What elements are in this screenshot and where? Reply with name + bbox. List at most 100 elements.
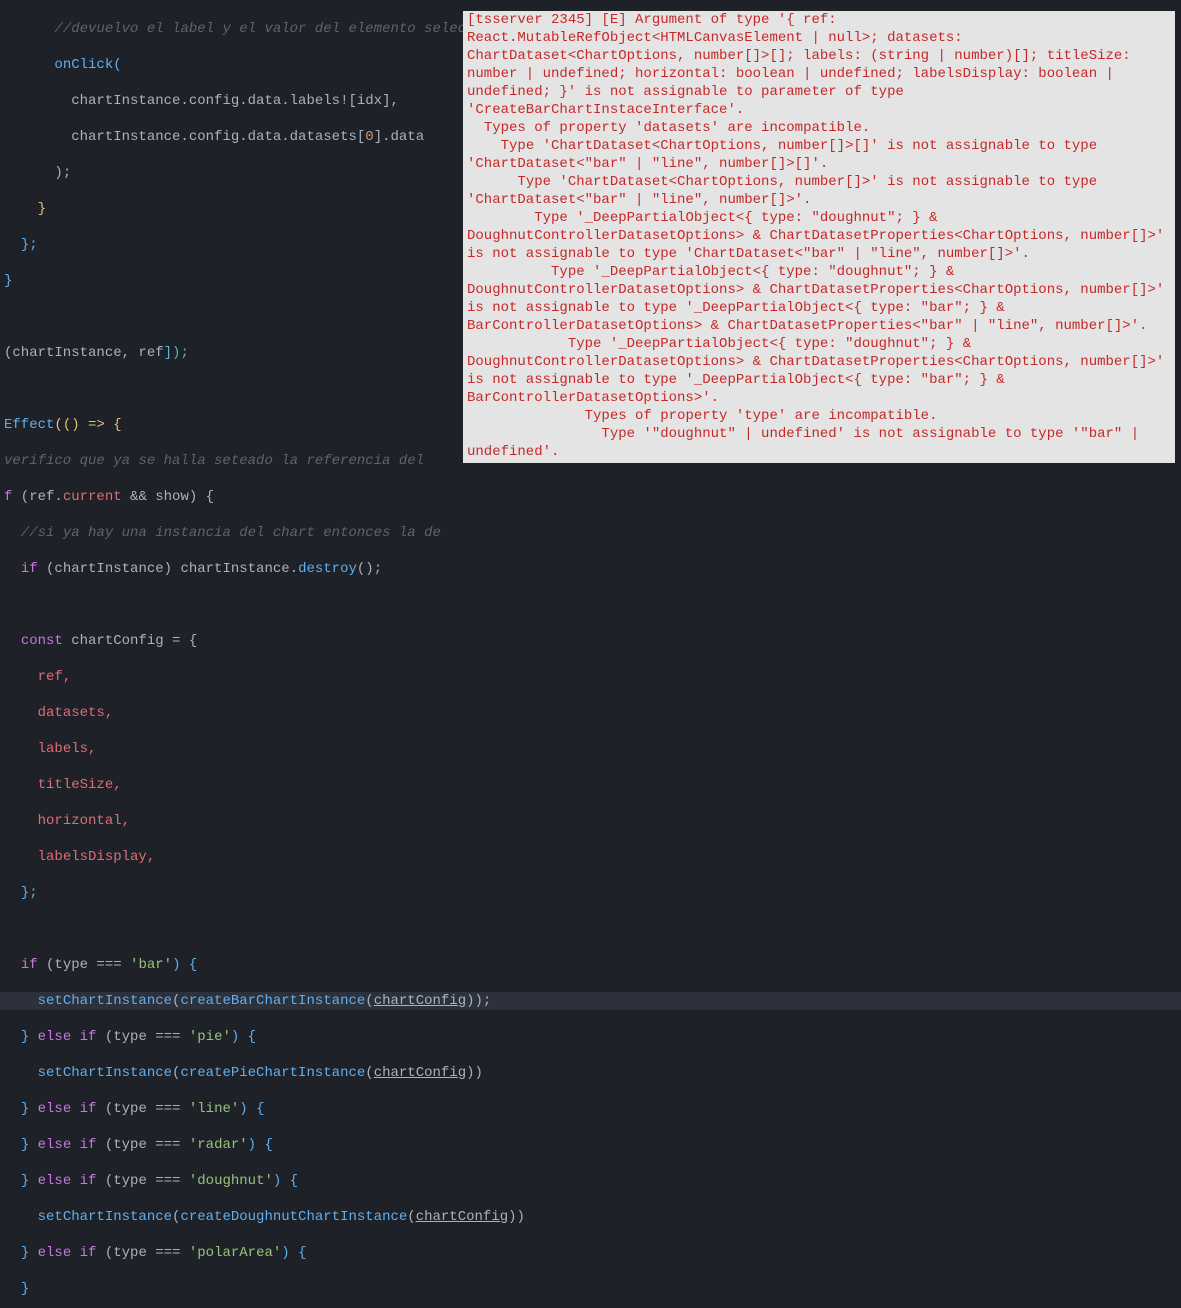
keyword: else if (29, 1245, 96, 1261)
error-underline[interactable]: chartConfig (374, 1065, 466, 1081)
brace: } (21, 1137, 29, 1153)
keyword: else if (29, 1173, 96, 1189)
paren: ( (365, 1065, 373, 1081)
paren: ( (172, 1065, 180, 1081)
code-line[interactable]: horizontal, (0, 812, 1181, 830)
string-literal: 'pie' (189, 1029, 231, 1045)
code-line[interactable] (0, 596, 1181, 614)
brace: }; (21, 885, 38, 901)
code-line[interactable]: labelsDisplay, (0, 848, 1181, 866)
code-line[interactable]: //si ya hay una instancia del chart ento… (0, 524, 1181, 542)
prop-shorthand: labels, (38, 741, 97, 757)
code-line[interactable]: } else if (type === 'doughnut') { (0, 1172, 1181, 1190)
prop-shorthand: datasets, (38, 705, 114, 721)
brace: } (21, 1173, 29, 1189)
func-call: setChartInstance (38, 993, 172, 1009)
keyword: if (21, 957, 38, 973)
error-underline[interactable]: chartConfig (374, 993, 466, 1009)
code-line[interactable]: } else if (type === 'pie') { (0, 1028, 1181, 1046)
comment-text: //si ya hay una instancia del chart ento… (21, 525, 441, 541)
code-line[interactable]: const chartConfig = { (0, 632, 1181, 650)
code-line[interactable]: setChartInstance(createDoughnutChartInst… (0, 1208, 1181, 1226)
punct: ) { (281, 1245, 306, 1261)
expr: (ref. (12, 489, 62, 505)
number-literal: 0 (365, 129, 373, 145)
code-line[interactable]: f (ref.current && show) { (0, 488, 1181, 506)
prop: current (63, 489, 122, 505)
string-literal: 'bar' (130, 957, 172, 973)
brace: } (21, 1101, 29, 1117)
punct: ); (54, 165, 71, 181)
diagnostic-tooltip: [tsserver 2345] [E] Argument of type '{ … (463, 11, 1175, 463)
func-call: createBarChartInstance (180, 993, 365, 1009)
paren: ( (407, 1209, 415, 1225)
punct: ) { (273, 1173, 298, 1189)
bracket: ]); (164, 345, 189, 361)
brace: } (21, 1245, 29, 1261)
keyword: if (21, 561, 38, 577)
func-call: onClick( (54, 57, 121, 73)
keyword: else if (29, 1137, 96, 1153)
expr: (type === (96, 1029, 188, 1045)
prop-shorthand: labelsDisplay, (38, 849, 156, 865)
code-line[interactable]: if (type === 'bar') { (0, 956, 1181, 974)
code-line[interactable]: setChartInstance(createPieChartInstance(… (0, 1064, 1181, 1082)
expr: chartInstance.config.data.labels! (71, 93, 348, 109)
string-literal: 'radar' (189, 1137, 248, 1153)
string-literal: 'line' (189, 1101, 239, 1117)
keyword: else if (29, 1029, 96, 1045)
paren: ( (172, 1209, 180, 1225)
func-call: Effect (4, 417, 54, 433)
code-line[interactable]: datasets, (0, 704, 1181, 722)
keyword: const (21, 633, 63, 649)
code-line[interactable]: if (chartInstance) chartInstance.destroy… (0, 560, 1181, 578)
expr: (chartInstance, ref (4, 345, 164, 361)
expr: (type === (96, 1173, 188, 1189)
code-line[interactable]: } (0, 1280, 1181, 1298)
expr: && show) { (122, 489, 214, 505)
code-line[interactable]: labels, (0, 740, 1181, 758)
brace: }; (21, 237, 38, 253)
func-call: setChartInstance (38, 1209, 172, 1225)
method: destroy (298, 561, 357, 577)
code-line[interactable]: }; (0, 884, 1181, 902)
code-line[interactable]: ref, (0, 668, 1181, 686)
punct: (); (357, 561, 382, 577)
var-decl: chartConfig = { (63, 633, 197, 649)
keyword: else if (29, 1101, 96, 1117)
punct: )); (466, 993, 491, 1009)
punct: )) (508, 1209, 525, 1225)
arrow-fn: (() => { (54, 417, 121, 433)
punct: ) { (239, 1101, 264, 1117)
expr: (type === (96, 1245, 188, 1261)
code-line[interactable]: } else if (type === 'radar') { (0, 1136, 1181, 1154)
func-call: createPieChartInstance (180, 1065, 365, 1081)
expr: (chartInstance) chartInstance. (38, 561, 298, 577)
func-call: setChartInstance (38, 1065, 172, 1081)
brace: } (38, 201, 46, 217)
brace: } (21, 1281, 29, 1297)
code-line[interactable]: titleSize, (0, 776, 1181, 794)
error-underline[interactable]: chartConfig (416, 1209, 508, 1225)
expr: ].data (374, 129, 424, 145)
expr: chartInstance.config.data.datasets[ (71, 129, 365, 145)
prop-shorthand: horizontal, (38, 813, 130, 829)
prop-shorthand: ref, (38, 669, 72, 685)
paren: ( (365, 993, 373, 1009)
expr: (type === (38, 957, 130, 973)
paren: ( (172, 993, 180, 1009)
brace: } (4, 273, 12, 289)
string-literal: 'doughnut' (189, 1173, 273, 1189)
punct: ) { (172, 957, 197, 973)
string-literal: 'polarArea' (189, 1245, 281, 1261)
code-line[interactable]: } else if (type === 'line') { (0, 1100, 1181, 1118)
brace: } (21, 1029, 29, 1045)
punct: )) (466, 1065, 483, 1081)
code-line[interactable] (0, 920, 1181, 938)
func-call: createDoughnutChartInstance (180, 1209, 407, 1225)
punct: ) { (248, 1137, 273, 1153)
code-line[interactable]: } else if (type === 'polarArea') { (0, 1244, 1181, 1262)
prop-shorthand: titleSize, (38, 777, 122, 793)
bracket-expr: [idx], (348, 93, 398, 109)
code-line-highlighted[interactable]: setChartInstance(createBarChartInstance(… (0, 992, 1181, 1010)
